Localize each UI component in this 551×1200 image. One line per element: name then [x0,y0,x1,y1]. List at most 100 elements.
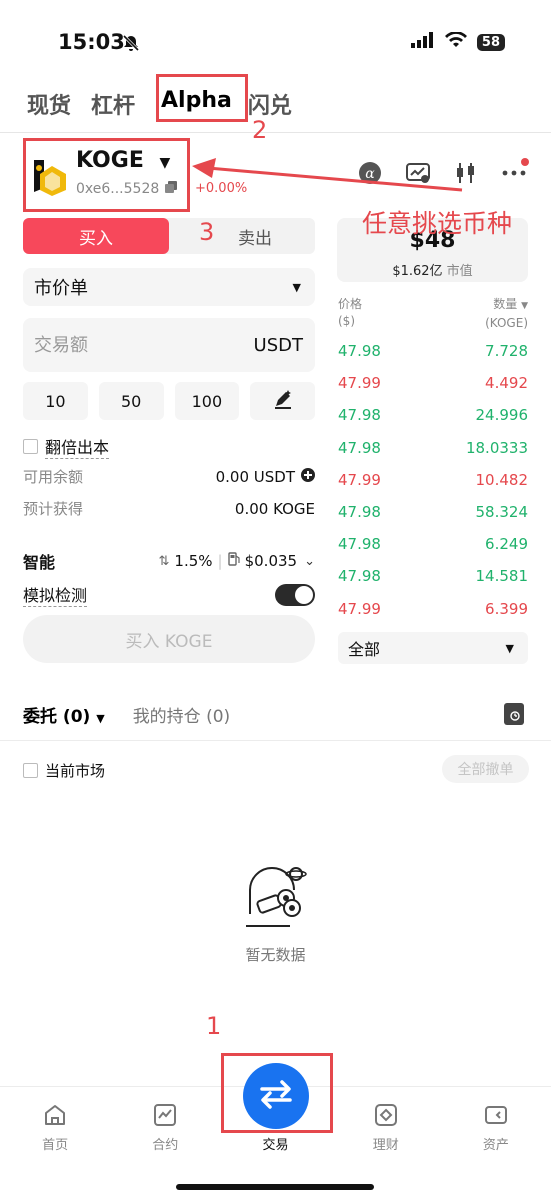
edit-amount-button[interactable] [250,382,315,420]
quick-amount-10[interactable]: 10 [23,382,88,420]
caret-down-icon: ▼ [96,712,105,725]
double-principal-label: 翻倍出本 [45,434,110,459]
annotation-step-2: 2 [252,116,268,144]
simulate-label: 模拟检测 [23,582,88,607]
nav-label: 理财 [372,1138,399,1153]
status-icons: 58 [410,31,505,52]
edit-icon [273,389,293,413]
bell-muted-icon [122,34,140,56]
quick-amount-100[interactable]: 100 [174,382,240,420]
wallet-icon [483,1102,509,1128]
gas-icon [227,552,240,570]
nav-home[interactable]: 首页 [0,1090,110,1170]
annotation-box-alpha-tab [156,74,248,122]
tab-margin[interactable]: 杠杆 [91,88,135,120]
quick-amount-50[interactable]: 50 [98,382,164,420]
market-cap-value: $1.62亿 [392,264,443,279]
order-type-select[interactable]: 市价单 ▼ [23,268,315,306]
earn-icon [373,1102,399,1128]
add-funds-icon[interactable] [301,467,315,486]
amount-unit: USDT [253,334,303,356]
order-type-value: 市价单 [34,278,88,299]
tab-open-orders[interactable]: 委托 (0) ▼ [23,702,105,727]
estimated-row: 预计获得 0.00 KOGE [23,498,315,519]
annotation-box-coin [23,138,190,212]
cancel-all-button[interactable]: 全部撤单 [442,755,529,783]
caret-down-icon: ▼ [505,641,514,655]
double-principal-row[interactable]: 翻倍出本 [23,434,110,459]
signal-icon [410,32,435,52]
tab-divider [0,132,551,133]
smart-label: 智能 [23,553,56,572]
nav-label: 首页 [42,1138,69,1153]
tab-positions[interactable]: 我的持仓 (0) [133,702,230,727]
futures-icon [152,1102,178,1128]
nav-assets[interactable]: 资产 [441,1090,551,1170]
nav-earn[interactable]: 理财 [331,1090,441,1170]
caret-down-icon: ▼ [521,301,528,311]
empty-binoculars-icon [244,866,310,932]
simulate-row: 模拟检测 [23,582,315,607]
available-value: 0.00 USDT [215,467,295,486]
current-market-checkbox[interactable] [23,763,38,778]
toggle-knob [295,585,313,604]
order-book-row[interactable]: 47.98 7.728 [338,342,528,360]
smart-settings-row[interactable]: 智能 ⇅ 1.5% | $0.035 ⌄ [23,549,315,573]
qty-header[interactable]: 数量 ▼ [485,296,528,315]
nav-label: 交易 [262,1138,289,1153]
buy-submit-button[interactable]: 买入 KOGE [23,615,315,663]
wifi-icon [444,31,467,52]
empty-state-text: 暂无数据 [245,946,306,964]
nav-futures[interactable]: 合约 [110,1090,220,1170]
annotation-box-trade [221,1053,333,1133]
available-label: 可用余额 [23,468,84,486]
simulate-toggle[interactable] [275,583,315,606]
order-book-row[interactable]: 47.99 6.399 [338,600,528,618]
available-balance-row: 可用余额 0.00 USDT [23,466,315,487]
order-book-row[interactable]: 47.98 14.581 [338,567,528,585]
order-book-row[interactable]: 47.99 4.492 [338,374,528,392]
history-doc-icon[interactable] [504,703,524,725]
order-book-filter[interactable]: 全部 ▼ [338,632,528,664]
order-book-row[interactable]: 47.98 6.249 [338,535,528,553]
slippage-icon: ⇅ [158,553,170,569]
nav-label: 合约 [152,1138,179,1153]
order-book-row[interactable]: 47.98 58.324 [338,503,528,521]
estimated-value: 0.00 KOGE [234,499,315,518]
orders-tabs: 委托 (0) ▼ 我的持仓 (0) [23,702,230,727]
status-time: 15:03 [58,30,125,54]
amount-input[interactable] [34,334,214,356]
orders-divider [0,740,551,741]
slippage-value: 1.5% [174,552,213,570]
estimated-label: 预计获得 [23,500,84,518]
order-book-row[interactable]: 47.99 10.482 [338,471,528,489]
home-icon [42,1102,68,1128]
order-book-header: 价格 ($) 数量 ▼ (KOGE) [338,296,528,332]
order-book-row[interactable]: 47.98 18.0333 [338,439,528,457]
buy-tab[interactable]: 买入 [23,218,169,254]
order-book-row[interactable]: 47.98 24.996 [338,406,528,424]
gas-value: $0.035 [244,552,298,570]
divider: | [217,552,223,570]
annotation-step-1: 1 [206,1012,222,1040]
current-market-label: 当前市场 [45,762,106,780]
quick-amounts: 10 50 100 [23,382,315,420]
chevron-down-icon: ⌄ [304,553,315,569]
double-principal-checkbox[interactable] [23,439,38,454]
price-unit: ($) [338,314,355,328]
amount-field[interactable]: USDT [23,318,315,372]
qty-unit: (KOGE) [485,316,528,330]
battery-icon: 58 [476,33,505,51]
nav-label: 资产 [482,1138,509,1153]
price-header: 价格 [338,297,363,311]
caret-down-icon: ▼ [292,280,301,294]
more-icon[interactable] [501,158,529,186]
market-cap-label: 市值 [446,264,473,279]
tab-spot[interactable]: 现货 [27,88,71,120]
home-indicator [176,1184,374,1190]
current-market-row[interactable]: 当前市场 [23,760,105,781]
annotation-step-3: 3 [199,218,215,246]
filter-value: 全部 [348,640,381,659]
market-cap: $1.62亿 市值 [337,260,528,279]
annotation-note: 任意挑选币种 [362,209,513,238]
